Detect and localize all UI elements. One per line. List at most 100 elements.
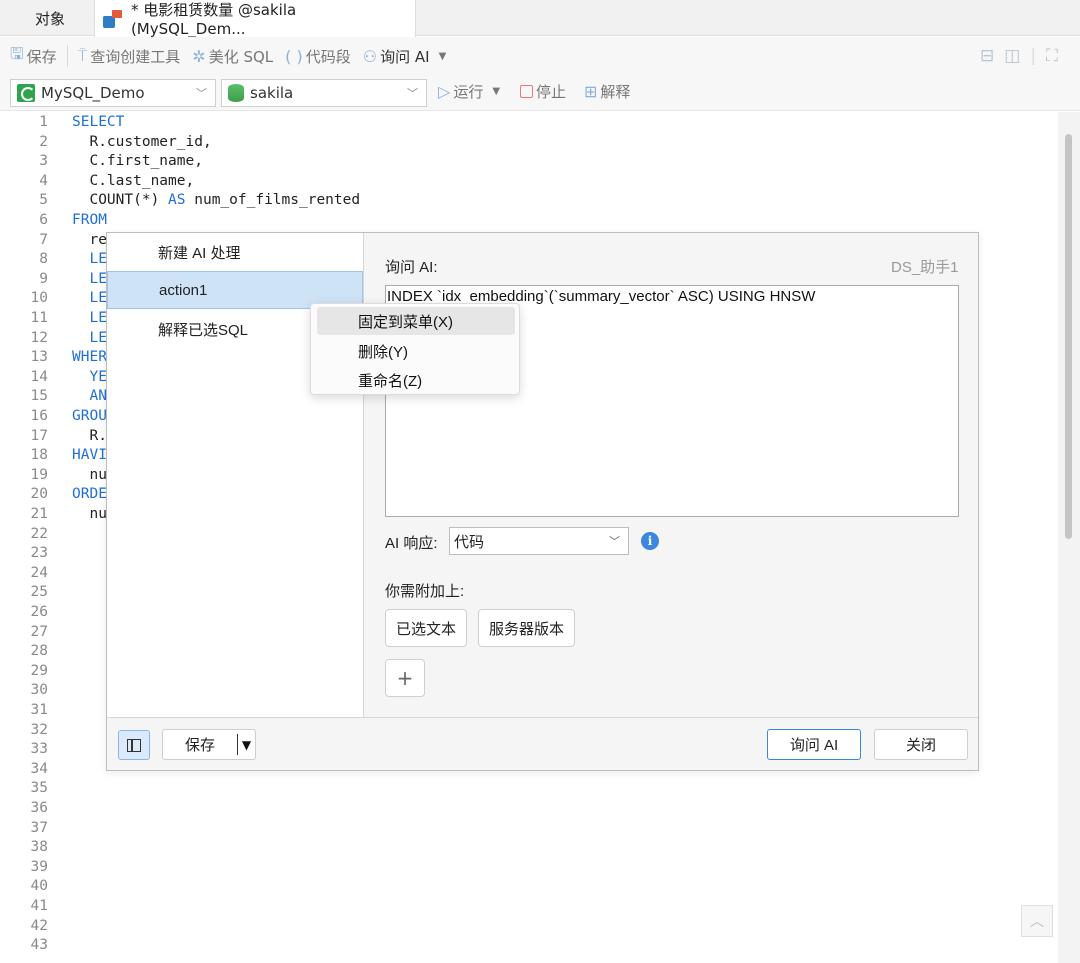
close-button[interactable]: 关闭: [874, 729, 968, 760]
code-line[interactable]: 37: [0, 819, 1058, 839]
save-icon: 🖫: [10, 43, 24, 63]
code-text: LE: [72, 329, 106, 349]
line-number: 1: [39, 114, 48, 130]
save-label: 保存: [26, 47, 57, 66]
chevron-up-icon: ︿: [1030, 914, 1044, 930]
attach-server-version-chip[interactable]: 服务器版本: [478, 609, 575, 647]
split-horizontal-icon[interactable]: ⊟: [980, 46, 994, 66]
chevron-down-icon: ﹀: [407, 87, 418, 100]
chevron-down-icon[interactable]: ▼: [492, 86, 500, 97]
code-line[interactable]: 41: [0, 897, 1058, 917]
scroll-to-top-button[interactable]: ︿: [1021, 905, 1053, 937]
code-line[interactable]: 40: [0, 877, 1058, 897]
plus-icon: +: [396, 666, 414, 690]
ai-response-select[interactable]: 代码 ﹀: [449, 527, 629, 555]
code-line[interactable]: 43: [0, 936, 1058, 956]
database-select[interactable]: sakila ﹀: [221, 79, 427, 107]
beautify-icon: ✲: [192, 46, 206, 66]
sidebar-icon: [127, 738, 141, 752]
code-line[interactable]: 38: [0, 838, 1058, 858]
editor-scrollbar[interactable]: [1058, 112, 1080, 963]
connection-select[interactable]: MySQL_Demo ﹀: [10, 79, 216, 107]
code-text: AN: [72, 387, 107, 407]
code-text: R.: [72, 427, 106, 447]
sql-token: COUNT(*): [72, 192, 169, 209]
ai-action-dialog: 新建 AI 处理 action1 解释已选SQL 询问 AI: DS_助手1 I…: [106, 232, 979, 771]
save-button[interactable]: 🖫 保存: [0, 43, 63, 70]
code-line[interactable]: 6 FROM: [0, 211, 1058, 231]
sql-keyword: AN: [72, 388, 107, 405]
line-number: 3: [39, 153, 48, 170]
code-text: YE: [72, 368, 106, 388]
assistant-name: DS_助手1: [891, 259, 959, 276]
editor-toolbar: 🖫 保存 ⍑ 查询创建工具 ✲ 美化 SQL ( ) 代码段 ⚇ 询问 AI ▼…: [0, 37, 1080, 75]
chevron-down-icon: ﹀: [196, 87, 207, 100]
code-text: R.customer_id,: [72, 133, 211, 153]
caret-down-icon[interactable]: ▼: [238, 738, 255, 752]
ai-action-new[interactable]: 新建 AI 处理: [107, 233, 363, 271]
snippet-icon: ( ): [285, 46, 303, 66]
code-text: re: [72, 231, 106, 251]
ask-ai-button[interactable]: 询问 AI: [767, 729, 861, 760]
add-attachment-button[interactable]: +: [385, 659, 425, 697]
code-text: SELECT: [72, 113, 124, 133]
menu-item-delete[interactable]: 删除(Y): [317, 337, 515, 365]
database-value: sakila: [250, 84, 294, 102]
tab-bar: 对象 * 电影租赁数量 @sakila (MySQL_Dem...: [0, 0, 1080, 38]
line-number: 8: [39, 251, 48, 268]
line-number: 38: [30, 839, 48, 856]
line-number: 13: [30, 349, 48, 366]
save-split-button: 保存 ▼: [162, 729, 256, 760]
menu-item-pin-to-menu[interactable]: 固定到菜单(X): [317, 307, 515, 335]
split-vertical-icon[interactable]: ◫: [1004, 46, 1020, 66]
play-icon: ▷: [438, 82, 451, 101]
code-line[interactable]: 39: [0, 858, 1058, 878]
sql-token: nu: [72, 466, 107, 483]
code-line[interactable]: 35: [0, 779, 1058, 799]
line-number: 6: [39, 212, 48, 228]
info-icon[interactable]: i: [641, 532, 659, 550]
fullscreen-icon[interactable]: ⛶: [1046, 46, 1058, 66]
menu-item-rename[interactable]: 重命名(Z): [317, 366, 515, 394]
line-number: 32: [30, 721, 48, 738]
mysql-connection-icon: [17, 84, 35, 102]
attach-selected-text-chip[interactable]: 已选文本: [385, 609, 467, 647]
explain-button[interactable]: ⊞ 解释: [578, 81, 636, 102]
code-line[interactable]: 36: [0, 799, 1058, 819]
explain-icon: ⊞: [584, 82, 598, 101]
beautify-sql-button[interactable]: ✲ 美化 SQL: [186, 46, 279, 67]
code-text: LE: [72, 270, 107, 290]
scrollbar-thumb[interactable]: [1065, 134, 1072, 539]
run-button[interactable]: ▷ 运行 ▼: [432, 81, 506, 102]
code-line[interactable]: 3 C.first_name,: [0, 152, 1058, 172]
ask-ai-label: 询问 AI:: [385, 259, 438, 276]
tab-query-label: * 电影租赁数量 @sakila (MySQL_Dem...: [130, 1, 297, 38]
code-line[interactable]: 5 COUNT(*) AS num_of_films_rented: [0, 191, 1058, 211]
sql-keyword: LE: [72, 270, 107, 287]
tab-query[interactable]: * 电影租赁数量 @sakila (MySQL_Dem...: [94, 0, 416, 38]
query-builder-label: 查询创建工具: [90, 47, 181, 66]
tab-objects[interactable]: 对象: [0, 0, 100, 36]
chevron-down-icon[interactable]: ▼: [439, 51, 447, 62]
query-builder-button[interactable]: ⍑ 查询创建工具: [72, 46, 187, 67]
menu-item-label: 重命名(Z): [358, 372, 423, 390]
line-number: 26: [30, 604, 48, 620]
line-number: 31: [30, 702, 48, 718]
sql-keyword: LE: [72, 310, 107, 326]
code-line[interactable]: 2 R.customer_id,: [0, 133, 1058, 153]
dialog-save-button[interactable]: 保存: [163, 734, 237, 755]
ai-icon: ⚇: [362, 46, 378, 66]
code-line[interactable]: 42: [0, 917, 1058, 937]
code-line[interactable]: 4 C.last_name,: [0, 172, 1058, 192]
ask-ai-toolbar-button[interactable]: ⚇ 询问 AI ▼: [357, 46, 453, 67]
stop-button[interactable]: 停止: [514, 81, 572, 102]
code-text: LE: [72, 289, 106, 309]
sql-token: C.first_name,: [72, 153, 203, 170]
line-number: 20: [30, 486, 48, 503]
code-snippet-button[interactable]: ( ) 代码段: [279, 46, 357, 67]
code-text: HAVI: [72, 446, 107, 466]
sidebar-toggle-button[interactable]: [118, 730, 150, 760]
line-number: 43: [30, 937, 48, 954]
code-text: LE: [72, 309, 107, 329]
code-line[interactable]: 1 SELECT: [0, 113, 1058, 133]
